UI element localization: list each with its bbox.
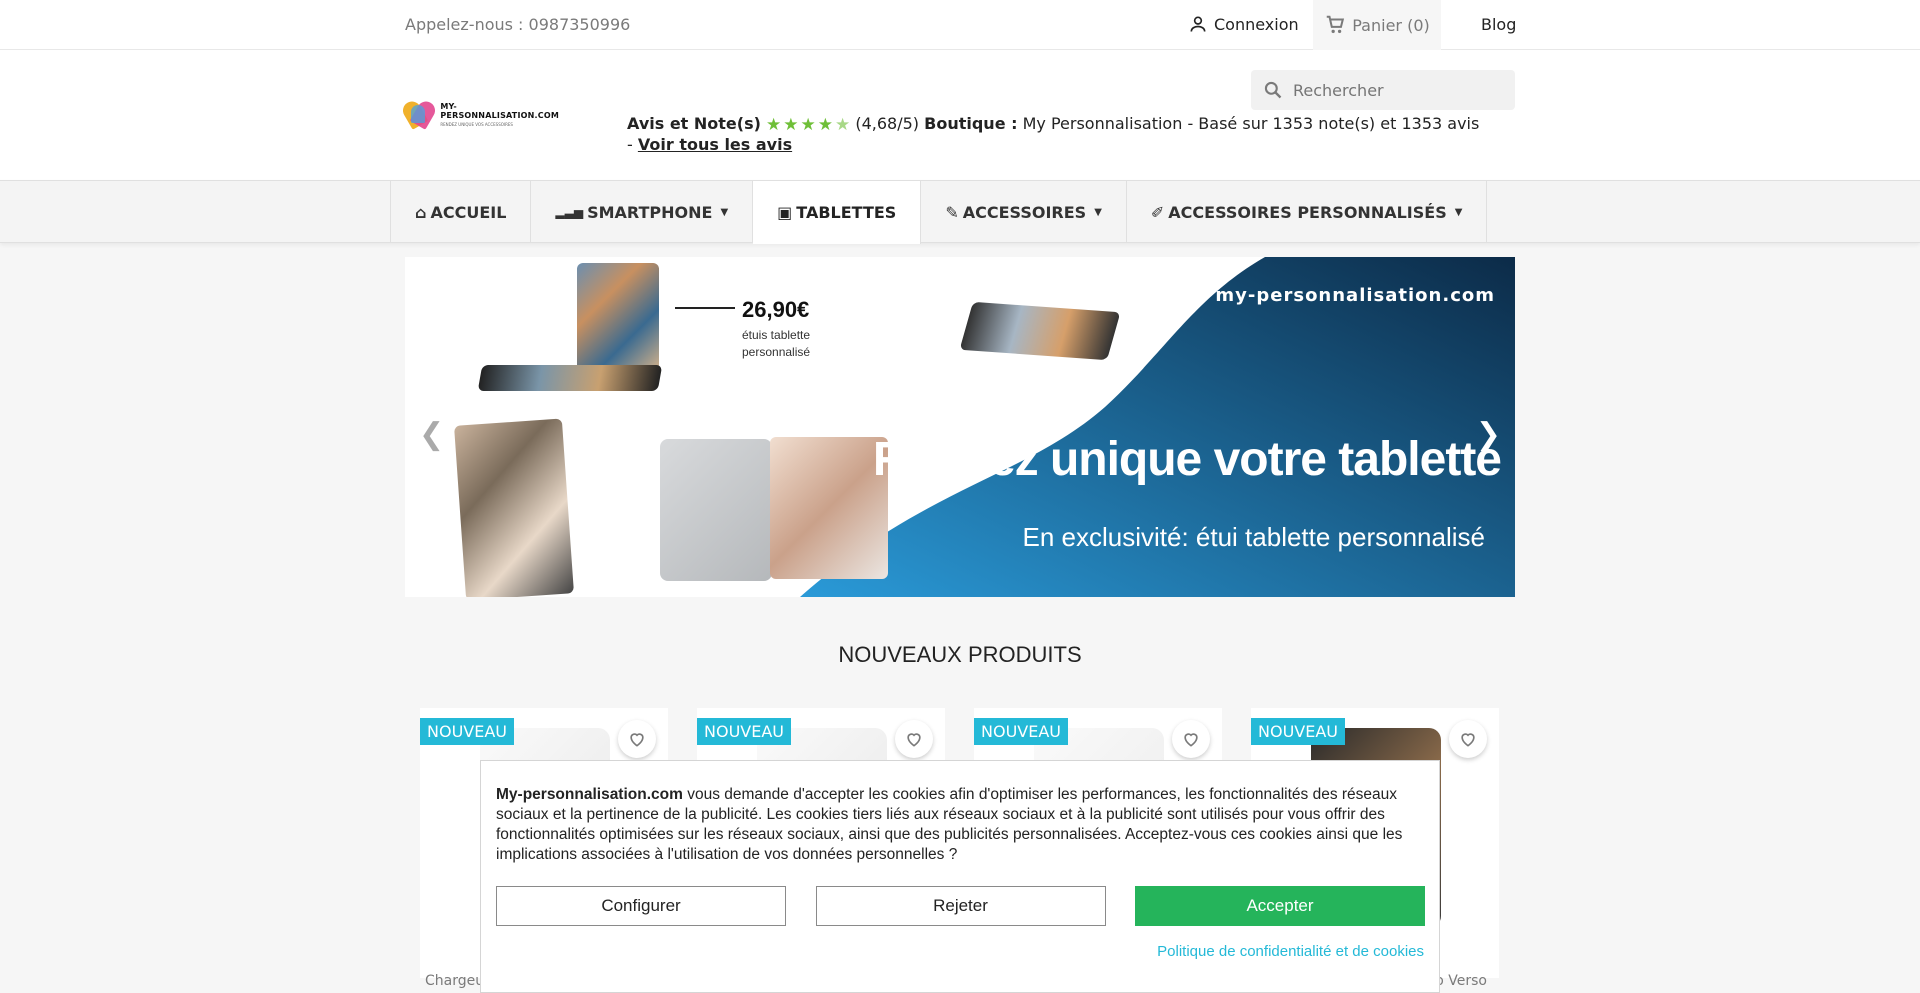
wishlist-heart-icon[interactable] — [618, 720, 656, 758]
blog-link[interactable]: Blog — [1481, 15, 1516, 34]
tablet-case-image — [477, 365, 663, 391]
reviews-summary: Avis et Note(s) ★ ★ ★ ★ ★ (4,68/5) Bouti… — [627, 114, 1487, 155]
nav-item-accessoires-personnalises[interactable]: ✐ ACCESSOIRES PERSONNALISÉS ▼ — [1127, 181, 1488, 243]
shop-text: My Personnalisation - Basé sur 1353 note… — [1022, 114, 1480, 133]
rocket-icon: ✎ — [945, 202, 959, 222]
tablet-case-image — [660, 439, 772, 581]
banner-price-desc: étuis tablette personnalisé — [742, 328, 811, 359]
tablet-case-image — [770, 437, 888, 579]
banner-headline: Rendez unique votre tablette — [872, 433, 1502, 486]
all-reviews-link[interactable]: Voir tous les avis — [638, 135, 792, 154]
star-icon: ★ — [766, 114, 782, 135]
nav-item-label: TABLETTES — [796, 203, 897, 222]
caret-down-icon: ▼ — [1454, 206, 1463, 218]
search-input[interactable] — [1293, 80, 1493, 100]
caret-down-icon: ▼ — [720, 206, 729, 218]
cookie-message: My-personnalisation.com vous demande d'a… — [496, 785, 1424, 865]
tablet-case-image — [959, 301, 1121, 361]
main-nav: ⌂ ACCUEIL ▂▃▅ SMARTPHONE ▼ ▣ TABLETTES ✎… — [0, 180, 1920, 244]
new-badge: NOUVEAU — [1251, 718, 1345, 745]
banner-price: 26,90€ — [742, 297, 810, 322]
product-name[interactable]: Chargeu — [425, 973, 484, 989]
cart-icon — [1324, 14, 1346, 36]
rating-value: (4,68/5) — [855, 114, 920, 133]
home-icon: ⌂ — [415, 202, 427, 222]
price-divider — [675, 307, 735, 309]
image-icon: ▣ — [777, 203, 793, 222]
site-logo[interactable]: MY-PERSONNALISATION.COM RENDEZ UNIQUE VO… — [399, 98, 565, 130]
heart-logo-icon — [399, 98, 439, 130]
star-icon: ★ — [817, 114, 834, 135]
nav-item-label: ACCESSOIRES PERSONNALISÉS — [1168, 202, 1447, 222]
nav-item-smartphone[interactable]: ▂▃▅ SMARTPHONE ▼ — [531, 181, 754, 243]
privacy-policy-link[interactable]: Politique de confidentialité et de cooki… — [1157, 943, 1424, 960]
product-name[interactable]: o Verso — [1435, 973, 1487, 989]
carousel-next-icon[interactable]: ❯ — [1476, 417, 1501, 452]
wishlist-heart-icon[interactable] — [895, 720, 933, 758]
hero-carousel[interactable]: 26,90€ étuis tablette personnalisé my-pe… — [405, 257, 1515, 597]
tablet-case-image — [577, 263, 659, 373]
reviews-label: Avis et Note(s) — [627, 114, 761, 133]
accept-button[interactable]: Accepter — [1135, 886, 1425, 926]
nav-item-label: ACCESSOIRES — [962, 202, 1087, 222]
brush-icon: ✐ — [1150, 202, 1165, 222]
signal-icon: ▂▃▅ — [555, 205, 584, 219]
search-icon[interactable] — [1263, 80, 1283, 100]
new-badge: NOUVEAU — [697, 718, 791, 745]
cookie-site-name: My-personnalisation.com — [496, 786, 683, 803]
login-label: Connexion — [1214, 14, 1299, 34]
search-box — [1251, 70, 1515, 110]
wishlist-heart-icon[interactable] — [1449, 720, 1487, 758]
configure-button[interactable]: Configurer — [496, 886, 786, 926]
nav-item-accueil[interactable]: ⌂ ACCUEIL — [390, 181, 532, 243]
site-header: MY-PERSONNALISATION.COM RENDEZ UNIQUE VO… — [0, 50, 1920, 180]
banner-subline: En exclusivité: étui tablette personnali… — [1022, 522, 1486, 552]
nav-item-label: SMARTPHONE — [587, 202, 713, 222]
nav-item-label: ACCUEIL — [430, 202, 507, 222]
rating-stars: ★ ★ ★ ★ ★ — [766, 115, 850, 135]
new-badge: NOUVEAU — [974, 718, 1068, 745]
nav-item-tablettes[interactable]: ▣ TABLETTES — [753, 181, 922, 244]
reject-button[interactable]: Rejeter — [815, 886, 1106, 926]
cart-link[interactable]: Panier (0) — [1313, 0, 1441, 50]
star-icon: ★ — [783, 114, 799, 135]
banner-site: my-personnalisation.com — [1215, 285, 1495, 306]
half-star-icon: ★ — [835, 114, 851, 135]
carousel-prev-icon[interactable]: ❮ — [419, 417, 444, 452]
phone-number: Appelez-nous : 0987350996 — [405, 15, 631, 34]
tablet-case-image — [454, 418, 574, 597]
star-icon: ★ — [800, 114, 816, 135]
caret-down-icon: ▼ — [1094, 206, 1102, 218]
cookie-consent-dialog: My-personnalisation.com vous demande d'a… — [480, 760, 1440, 993]
shop-label: Boutique : — [924, 114, 1018, 133]
logo-brand: MY-PERSONNALISATION.COM — [440, 101, 559, 120]
login-link[interactable]: Connexion — [1188, 14, 1299, 34]
cart-label: Panier (0) — [1352, 15, 1430, 35]
wishlist-heart-icon[interactable] — [1172, 720, 1210, 758]
top-bar: Appelez-nous : 0987350996 Connexion Pani… — [0, 0, 1920, 50]
reviews-dash: - — [627, 134, 633, 154]
nav-item-accessoires[interactable]: ✎ ACCESSOIRES ▼ — [921, 181, 1127, 243]
new-badge: NOUVEAU — [420, 718, 514, 745]
new-products-title: NOUVEAUX PRODUITS — [838, 642, 1082, 667]
logo-tagline: RENDEZ UNIQUE VOS ACCESSOIRES — [440, 121, 513, 127]
user-icon — [1188, 14, 1208, 34]
